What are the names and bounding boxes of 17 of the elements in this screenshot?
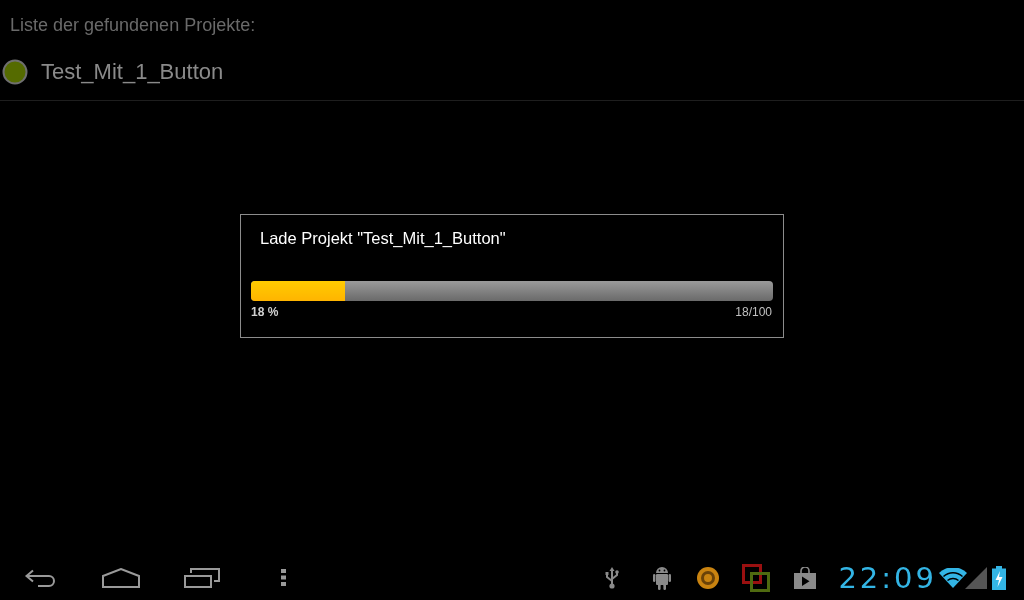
android-robot-icon[interactable] (653, 564, 672, 591)
project-list-item[interactable]: Test_Mit_1_Button (0, 44, 1024, 101)
overlapping-squares-icon[interactable] (742, 563, 771, 592)
ring-app-icon[interactable] (697, 566, 720, 589)
progress-count: 18/100 (735, 304, 772, 320)
dialog-title: Lade Projekt "Test_Mit_1_Button" (259, 228, 506, 249)
menu-icon[interactable] (281, 569, 286, 586)
wifi-icon[interactable] (939, 567, 967, 588)
home-icon[interactable] (102, 567, 140, 588)
progress-percent: 18 % (251, 304, 279, 320)
clock: 22:09 (838, 561, 937, 594)
battery-charging-icon[interactable] (992, 565, 1006, 590)
back-icon[interactable] (24, 568, 58, 587)
recent-apps-icon[interactable] (184, 567, 220, 588)
shopping-bag-play-icon[interactable] (794, 566, 817, 589)
usb-icon[interactable] (605, 566, 620, 589)
list-heading: Liste der gefundenen Projekte: (9, 14, 256, 37)
